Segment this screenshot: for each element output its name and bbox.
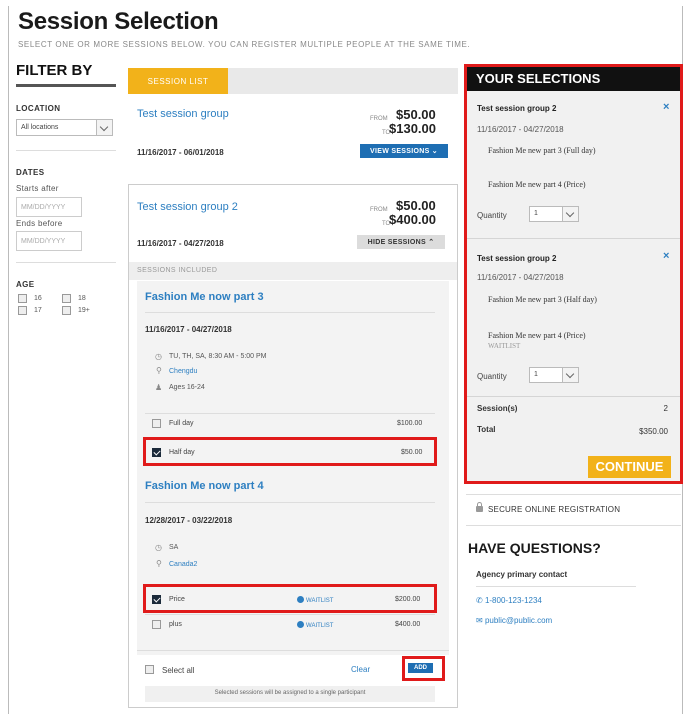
highlight-add: [402, 656, 445, 681]
filter-divider: [16, 150, 116, 151]
group2-from-label: FROM: [370, 207, 388, 213]
page-title: Session Selection: [18, 8, 219, 35]
info-icon: [297, 621, 304, 628]
location-select-value: All locations: [21, 124, 59, 131]
age-16-label: 16: [34, 295, 42, 302]
ends-before-input[interactable]: MM/DD/YYYY: [16, 231, 82, 251]
age-label: AGE: [16, 280, 35, 289]
age-17-label: 17: [34, 307, 42, 314]
sessions-included-bar: SESSIONS INCLUDED: [129, 262, 457, 280]
map-pin-icon: ⚲: [156, 559, 162, 568]
plus-option-price: $400.00: [395, 621, 421, 628]
plus-option-label: plus: [169, 621, 182, 628]
phone-icon: ✆: [476, 596, 483, 605]
filter-divider: [16, 262, 116, 263]
group2-to-price: $400.00: [389, 212, 436, 227]
view-sessions-button[interactable]: VIEW SESSIONS ⌄: [360, 144, 448, 158]
lock-icon: [476, 502, 483, 512]
session-divider: [145, 312, 435, 313]
session2-schedule: SA: [169, 544, 179, 551]
age-18-checkbox[interactable]: [62, 294, 71, 303]
phone-link[interactable]: ✆ 1-800-123-1234: [476, 596, 542, 605]
card-divider: [137, 650, 449, 651]
contact-divider: [476, 586, 636, 587]
tab-session-list[interactable]: SESSION LIST: [128, 68, 228, 94]
clear-link[interactable]: Clear: [351, 665, 370, 674]
highlight-selections: [464, 64, 683, 484]
age-17-checkbox[interactable]: [18, 306, 27, 315]
page-subtitle: SELECT ONE OR MORE SESSIONS BELOW. YOU C…: [18, 40, 471, 49]
session2-dates: 12/28/2017 - 03/22/2018: [145, 516, 233, 525]
age-18-label: 18: [78, 295, 86, 302]
session-tabbar: SESSION LIST: [128, 68, 458, 94]
highlight-half-day: [143, 437, 437, 466]
secure-registration: SECURE ONLINE REGISTRATION: [476, 502, 621, 514]
participant-note: Selected sessions will be assigned to a …: [145, 686, 435, 702]
plus-checkbox[interactable]: [152, 620, 161, 629]
map-pin-icon: ⚲: [156, 366, 162, 375]
session2-location[interactable]: Canada2: [169, 561, 197, 568]
clock-icon: ◷: [155, 352, 162, 361]
age-19plus-checkbox[interactable]: [62, 306, 71, 315]
select-all-label: Select all: [162, 666, 195, 675]
starts-after-label: Starts after: [16, 184, 59, 193]
questions-heading: HAVE QUESTIONS?: [468, 540, 601, 556]
plus-waitlist-label: WAITLIST: [306, 623, 334, 629]
chevron-down-icon: [96, 120, 112, 135]
group1-from-label: FROM: [370, 116, 388, 122]
ends-before-label: Ends before: [16, 219, 63, 228]
select-all-checkbox[interactable]: [145, 665, 154, 674]
dates-label: DATES: [16, 168, 45, 177]
envelope-icon: ✉: [476, 616, 483, 625]
plus-waitlist[interactable]: WAITLIST: [297, 621, 333, 629]
full-day-price: $100.00: [397, 420, 423, 427]
phone-number: 1-800-123-1234: [484, 596, 542, 605]
sidebar-divider: [466, 494, 681, 495]
clock-icon: ◷: [155, 543, 162, 552]
group1-from-price: $50.00: [396, 107, 436, 122]
group1-to-price: $130.00: [389, 121, 436, 136]
session1-schedule: TU, TH, SA, 8:30 AM - 5:00 PM: [169, 353, 267, 360]
hide-sessions-label: HIDE SESSIONS: [367, 239, 426, 246]
sidebar-divider: [466, 525, 681, 526]
location-select[interactable]: All locations: [16, 119, 113, 136]
session2-title[interactable]: Fashion Me now part 4: [145, 480, 264, 492]
person-icon: ♟: [155, 383, 163, 392]
filter-heading: FILTER BY: [16, 62, 116, 87]
view-sessions-label: VIEW SESSIONS: [370, 148, 430, 155]
email-address: public@public.com: [484, 616, 553, 625]
filter-panel: FILTER BY: [16, 62, 116, 87]
age-16-checkbox[interactable]: [18, 294, 27, 303]
option-row-plus: [145, 614, 435, 636]
session-divider: [145, 502, 435, 503]
age-19plus-label: 19+: [78, 307, 90, 314]
session1-location[interactable]: Chengdu: [169, 368, 197, 375]
group1-dates: 11/16/2017 - 06/01/2018: [137, 148, 224, 157]
session1-ages: Ages 16-24: [169, 384, 205, 391]
full-day-label: Full day: [169, 420, 194, 427]
secure-registration-label: SECURE ONLINE REGISTRATION: [488, 505, 621, 514]
session1-title[interactable]: Fashion Me now part 3: [145, 291, 264, 303]
highlight-price: [143, 584, 437, 613]
group2-from-price: $50.00: [396, 198, 436, 213]
group2-dates: 11/16/2017 - 04/27/2018: [137, 239, 224, 248]
location-label: LOCATION: [16, 104, 61, 113]
email-link[interactable]: ✉ public@public.com: [476, 616, 552, 625]
session1-dates: 11/16/2017 - 04/27/2018: [145, 325, 232, 334]
group2-title[interactable]: Test session group 2: [137, 201, 238, 213]
contact-title: Agency primary contact: [476, 570, 568, 579]
starts-after-input[interactable]: MM/DD/YYYY: [16, 197, 82, 217]
hide-sessions-button[interactable]: HIDE SESSIONS ⌃: [357, 235, 445, 249]
full-day-checkbox[interactable]: [152, 419, 161, 428]
group1-title[interactable]: Test session group: [137, 108, 229, 120]
